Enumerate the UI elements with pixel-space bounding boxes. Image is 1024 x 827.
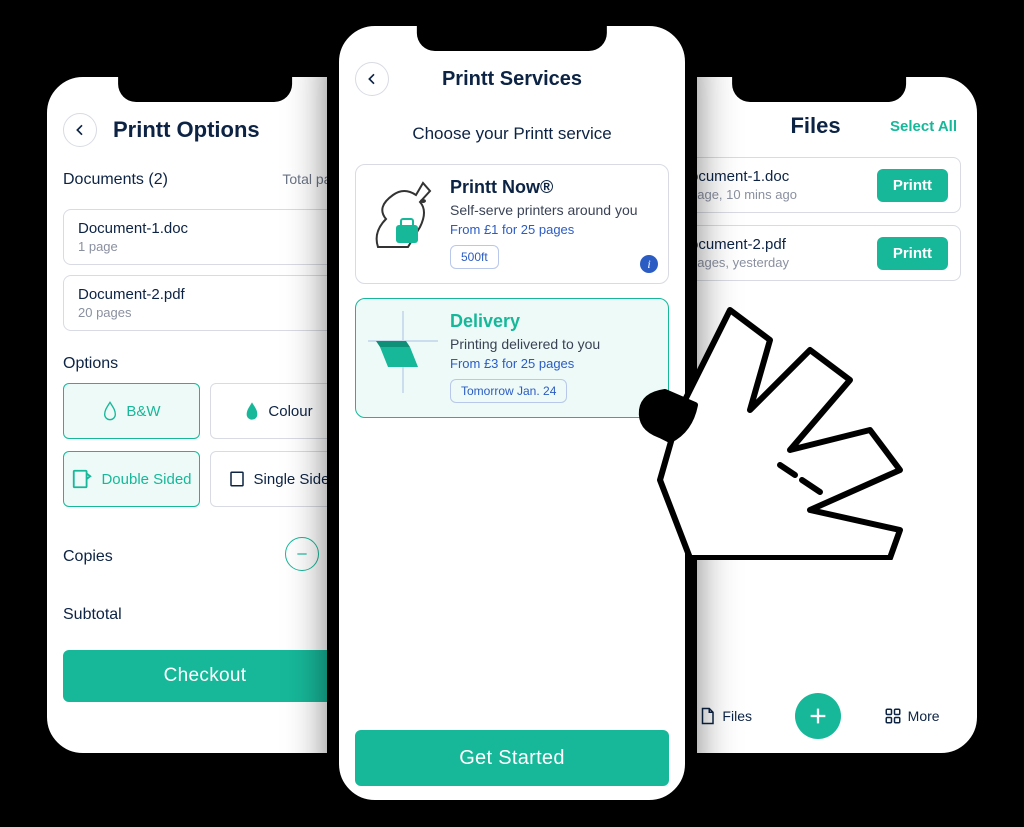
- document-meta: 1 page: [78, 239, 332, 254]
- service-illustration: [368, 177, 438, 259]
- option-label: Colour: [268, 403, 312, 420]
- plus-icon: [807, 705, 829, 727]
- add-button[interactable]: [795, 693, 841, 739]
- option-double-sided[interactable]: Double Sided: [63, 451, 200, 507]
- printt-button[interactable]: Printt: [877, 237, 948, 270]
- nav-label: More: [908, 708, 940, 724]
- service-badge: Tomorrow Jan. 24: [450, 379, 567, 403]
- document-card[interactable]: Document-1.doc 1 page: [63, 209, 347, 265]
- single-page-icon: [228, 470, 246, 488]
- minus-icon: [295, 547, 309, 561]
- phone-services: Printt Services Choose your Printt servi…: [327, 14, 697, 812]
- grid-icon: [884, 707, 902, 725]
- service-badge: 500ft: [450, 245, 499, 269]
- nav-more[interactable]: More: [884, 707, 940, 725]
- droplet-outline-icon: [102, 401, 118, 421]
- droplet-filled-icon: [244, 401, 260, 421]
- service-title: Delivery: [450, 311, 654, 332]
- notch: [732, 76, 906, 102]
- service-printt-now[interactable]: Printt Now® Self-serve printers around y…: [355, 164, 669, 284]
- page-title: Files: [790, 113, 840, 139]
- select-all-link[interactable]: Select All: [890, 118, 957, 135]
- phone-files: Files Select All ocument-1.doc page, 10 …: [649, 65, 989, 765]
- file-card[interactable]: ocument-2.pdf pages, yesterday Printt: [677, 225, 961, 281]
- service-desc: Self-serve printers around you: [450, 202, 654, 218]
- file-meta: page, 10 mins ago: [690, 187, 797, 202]
- file-name: ocument-2.pdf: [690, 236, 789, 253]
- document-card[interactable]: Document-2.pdf 20 pages: [63, 275, 347, 331]
- service-illustration: [368, 311, 438, 393]
- double-page-icon: [71, 468, 93, 490]
- decrement-button[interactable]: [285, 537, 319, 571]
- file-name: ocument-1.doc: [690, 168, 797, 185]
- file-card[interactable]: ocument-1.doc page, 10 mins ago Printt: [677, 157, 961, 213]
- copies-label: Copies: [63, 548, 113, 566]
- file-icon: [698, 707, 716, 725]
- document-name: Document-1.doc: [78, 220, 332, 237]
- nav-files[interactable]: Files: [698, 707, 752, 725]
- page-title: Printt Options: [107, 117, 347, 143]
- info-icon[interactable]: i: [640, 255, 658, 273]
- notch: [118, 76, 292, 102]
- arrow-left-icon: [364, 71, 380, 87]
- service-desc: Printing delivered to you: [450, 336, 654, 352]
- subtotal-label: Subtotal: [63, 606, 347, 624]
- page-subtitle: Choose your Printt service: [355, 124, 669, 144]
- option-label: Single Side: [254, 471, 330, 488]
- arrow-left-icon: [72, 122, 88, 138]
- page-title: Printt Services: [399, 68, 625, 91]
- option-bw[interactable]: B&W: [63, 383, 200, 439]
- service-delivery[interactable]: Delivery Printing delivered to you From …: [355, 298, 669, 418]
- printt-button[interactable]: Printt: [877, 169, 948, 202]
- document-name: Document-2.pdf: [78, 286, 332, 303]
- phone-options: Printt Options Documents (2) Total page …: [35, 65, 375, 765]
- documents-heading: Documents (2): [63, 171, 168, 189]
- back-button[interactable]: [355, 62, 389, 96]
- option-label: Double Sided: [101, 471, 191, 488]
- option-label: B&W: [126, 403, 160, 420]
- options-heading: Options: [63, 355, 347, 373]
- notch: [417, 25, 607, 51]
- get-started-button[interactable]: Get Started: [355, 730, 669, 786]
- file-meta: pages, yesterday: [690, 255, 789, 270]
- service-title: Printt Now®: [450, 177, 654, 198]
- checkout-button[interactable]: Checkout: [63, 650, 347, 702]
- back-button[interactable]: [63, 113, 97, 147]
- document-meta: 20 pages: [78, 305, 332, 320]
- service-price: From £3 for 25 pages: [450, 356, 654, 371]
- service-price: From £1 for 25 pages: [450, 222, 654, 237]
- bottom-nav: Files More: [677, 683, 961, 739]
- header: Printt Options: [63, 113, 347, 147]
- nav-label: Files: [722, 708, 752, 724]
